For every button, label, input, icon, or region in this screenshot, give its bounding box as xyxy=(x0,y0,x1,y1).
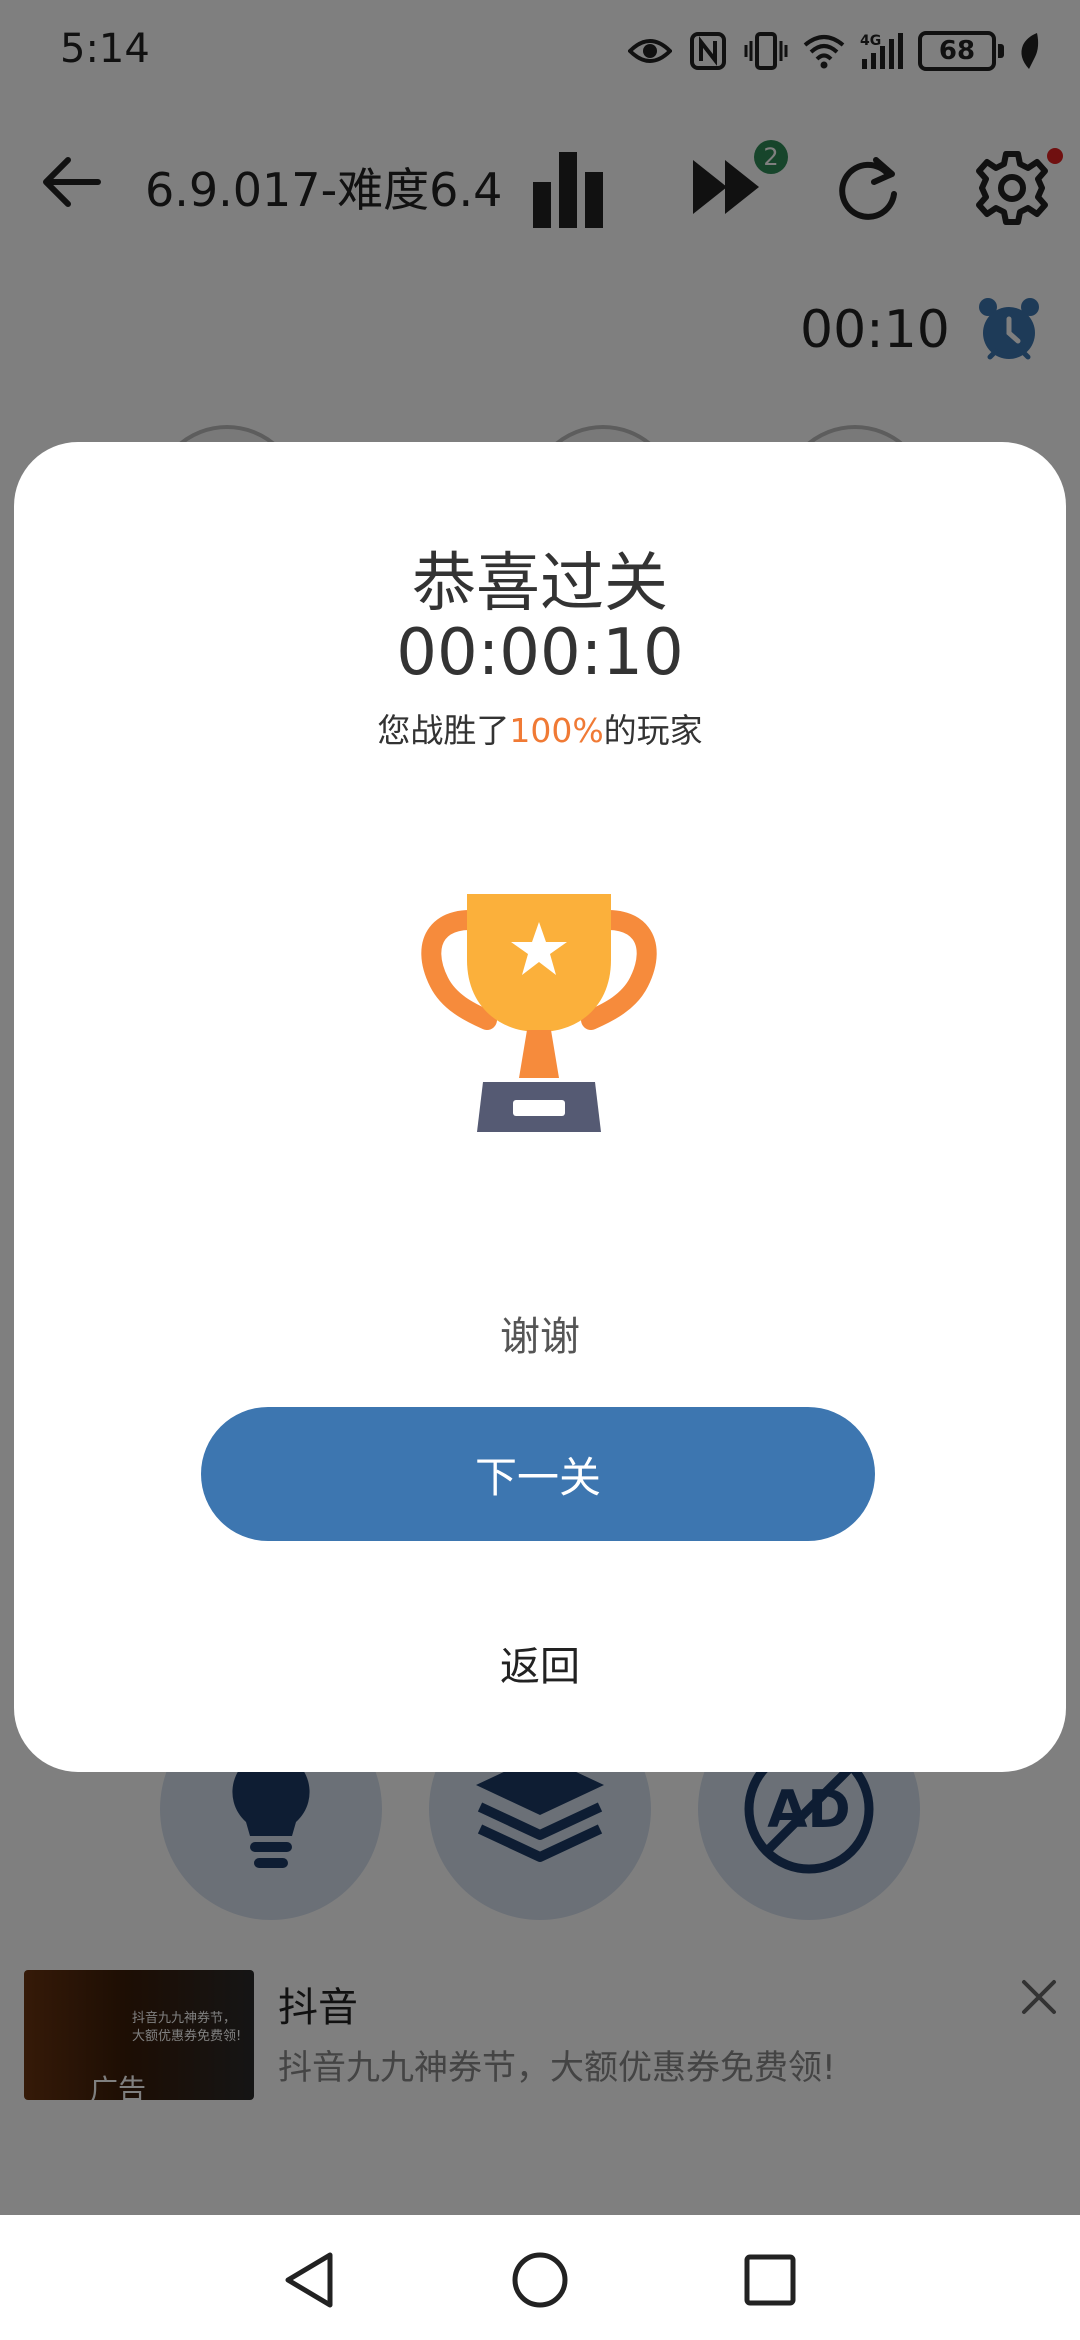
beat-prefix: 您战胜了 xyxy=(377,711,510,750)
nav-home-icon[interactable] xyxy=(507,2247,573,2313)
dialog-title: 恭喜过关 xyxy=(412,547,668,621)
next-level-button[interactable]: 下一关 xyxy=(201,1407,875,1541)
level-complete-dialog: 恭喜过关 00:00:10 您战胜了100%的玩家 谢谢 下一关 返回 xyxy=(14,442,1066,1772)
trophy-icon xyxy=(421,894,657,1132)
elapsed-time: 00:00:10 xyxy=(396,616,684,690)
beat-suffix: 的玩家 xyxy=(603,711,703,750)
nav-recents-icon[interactable] xyxy=(737,2247,803,2313)
beat-percent: 100% xyxy=(509,711,604,750)
return-button[interactable]: 返回 xyxy=(14,1634,1066,1692)
nav-back-icon[interactable] xyxy=(276,2247,342,2313)
thanks-link[interactable]: 谢谢 xyxy=(14,1304,1066,1362)
beat-players-text: 您战胜了100%的玩家 xyxy=(14,704,1066,752)
navigation-bar xyxy=(0,2215,1080,2340)
